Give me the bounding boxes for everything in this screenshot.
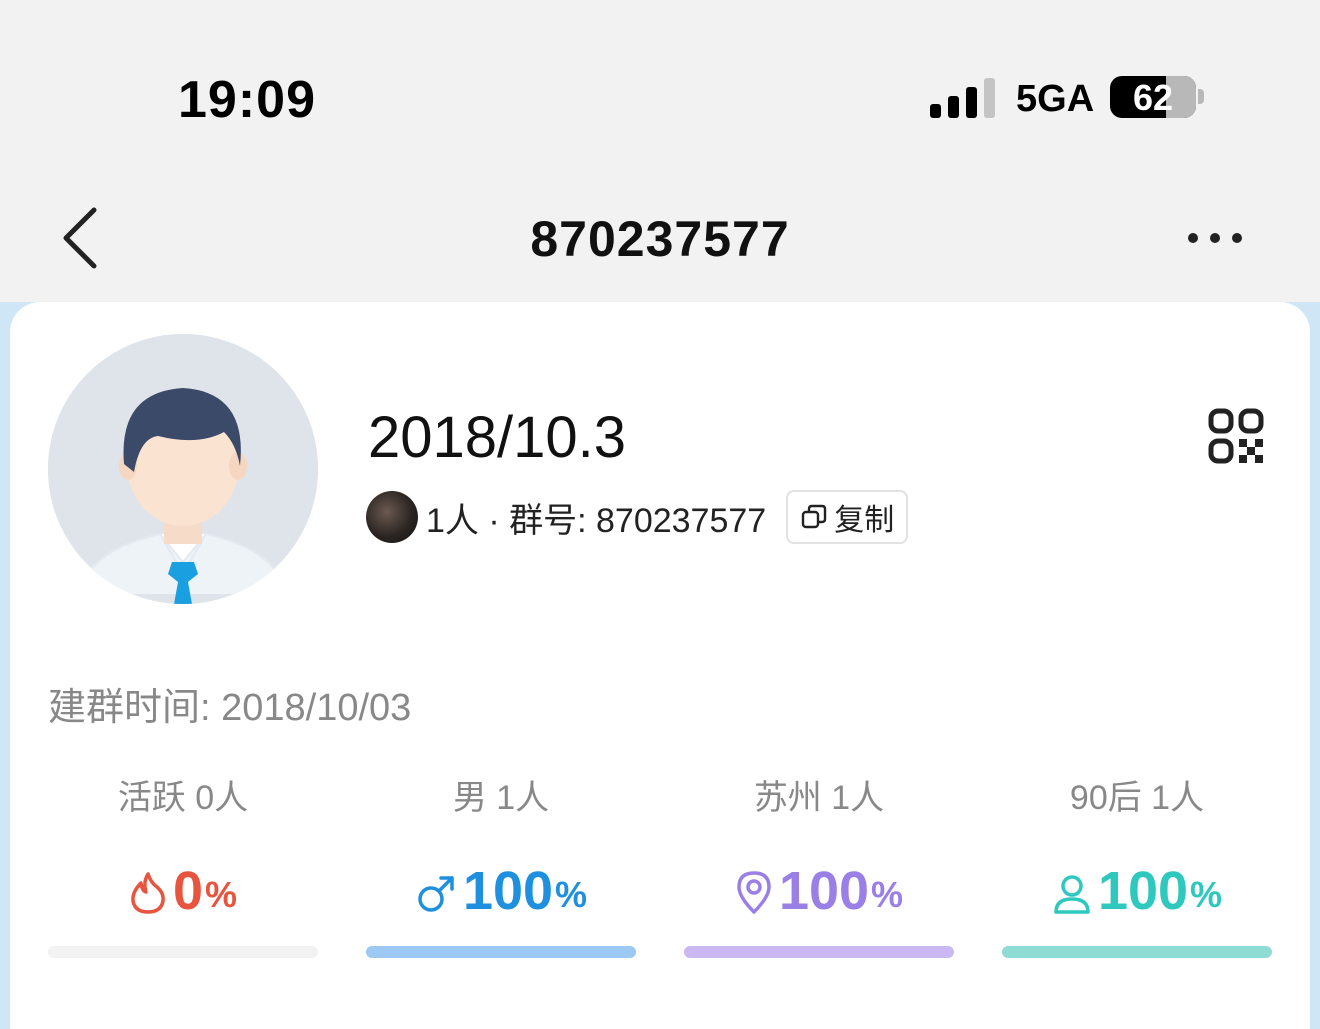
- stat-label: 男 1人: [452, 779, 550, 817]
- flame-icon: [131, 872, 165, 914]
- stat-value: 100 %: [366, 863, 636, 919]
- stat-unit: %: [871, 874, 904, 915]
- stat-male[interactable]: 男 1人 100 %: [366, 770, 636, 958]
- battery-icon: 62: [1110, 76, 1196, 118]
- location-pin-icon: [737, 871, 771, 914]
- group-name: 2018/10.3: [368, 405, 627, 470]
- stat-progress-bar: [48, 946, 318, 958]
- stat-active[interactable]: 活跃 0人 0 %: [48, 770, 318, 958]
- stat-progress-bar: [366, 946, 636, 958]
- more-button[interactable]: [1180, 220, 1250, 256]
- stat-unit: %: [205, 874, 238, 915]
- stat-percent: 0: [172, 861, 204, 921]
- stat-unit: %: [555, 874, 588, 915]
- stat-percent: 100: [462, 861, 554, 921]
- stat-label: 90后 1人: [1069, 779, 1205, 817]
- stat-progress-bar: [1002, 946, 1272, 958]
- member-info-row: 1人 · 群号: 870237577 复制: [366, 490, 909, 544]
- copy-label: 复制: [834, 504, 895, 537]
- member-avatar[interactable]: [366, 491, 418, 543]
- nav-bar: 870237577: [0, 190, 1320, 302]
- stat-value: 100 %: [684, 863, 954, 919]
- network-type: 5GA: [1016, 78, 1095, 120]
- battery-tip: [1198, 89, 1204, 104]
- page-title: 870237577: [530, 211, 790, 267]
- more-dots-icon: [1188, 233, 1242, 243]
- stat-percent: 100: [1097, 861, 1189, 921]
- default-person-avatar-icon: [48, 334, 318, 604]
- stat-label: 苏州 1人: [753, 779, 885, 817]
- stat-percent: 100: [778, 861, 870, 921]
- stat-progress-bar: [684, 946, 954, 958]
- stat-value: 100 %: [1002, 863, 1272, 919]
- qr-code-button[interactable]: [1208, 408, 1264, 464]
- status-bar: 19:09 5GA 62: [0, 0, 1320, 190]
- person-icon: [1054, 875, 1090, 914]
- stat-unit: %: [1190, 874, 1223, 915]
- qr-code-icon: [1208, 408, 1264, 464]
- copy-icon: [802, 504, 827, 529]
- stat-age[interactable]: 90后 1人 100 %: [1002, 770, 1272, 958]
- cellular-signal-icon: [930, 76, 996, 118]
- battery-level: 62: [1132, 77, 1174, 118]
- creation-date: 建群时间: 2018/10/03: [48, 687, 412, 729]
- copy-button[interactable]: 复制: [786, 490, 909, 544]
- member-count-group-number: 1人 · 群号: 870237577: [426, 501, 767, 540]
- stat-value: 0 %: [48, 863, 318, 919]
- group-avatar[interactable]: [48, 334, 318, 604]
- stat-location[interactable]: 苏州 1人 100 %: [684, 770, 954, 958]
- stat-label: 活跃 0人: [117, 779, 249, 817]
- male-icon: [418, 876, 454, 912]
- status-time: 19:09: [178, 71, 316, 129]
